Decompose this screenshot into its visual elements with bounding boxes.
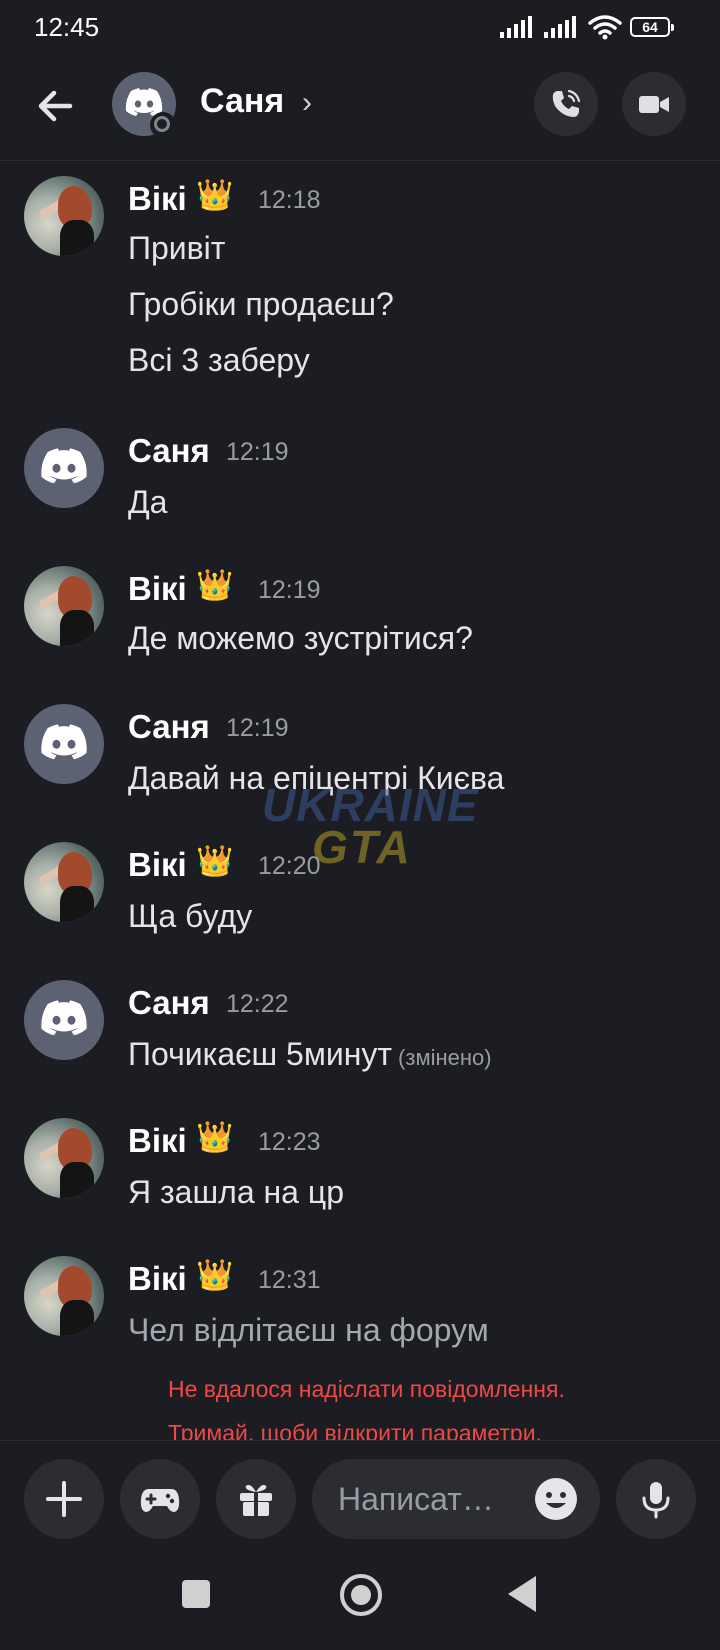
message-text[interactable]: Давай на епіцентрі Києва	[128, 760, 504, 797]
message-text[interactable]: Де можемо зустрітися?	[128, 620, 473, 657]
user-avatar[interactable]	[24, 842, 104, 922]
add-attachment-button[interactable]	[24, 1459, 104, 1539]
user-avatar[interactable]	[24, 1118, 104, 1198]
message-timestamp: 12:31	[258, 1266, 321, 1294]
message-text-content: Ща буду	[128, 898, 253, 934]
gamepad-icon	[140, 1489, 180, 1512]
emoji-icon[interactable]	[534, 1477, 578, 1521]
video-camera-icon	[639, 96, 669, 113]
message-author[interactable]: Вікі	[128, 1260, 187, 1298]
voice-message-button[interactable]	[616, 1459, 696, 1539]
message-input[interactable]: Написат…	[312, 1459, 600, 1539]
message-author[interactable]: Саня	[128, 984, 210, 1022]
crown-icon: 👑	[196, 1259, 234, 1292]
back-arrow-icon[interactable]	[30, 80, 82, 132]
activities-button[interactable]	[120, 1459, 200, 1539]
system-nav-bar	[0, 1560, 720, 1650]
message-author[interactable]: Саня	[128, 432, 210, 470]
message-text[interactable]: Я зашла на цр	[128, 1174, 344, 1211]
wifi-icon	[588, 15, 622, 40]
home-icon[interactable]	[340, 1574, 382, 1616]
message-text-content: Привіт	[128, 230, 226, 266]
message-timestamp: 12:22	[226, 990, 289, 1018]
signal-icon	[500, 16, 532, 38]
discord-icon	[41, 724, 87, 760]
message-text[interactable]: Ща буду	[128, 898, 252, 935]
message-placeholder: Написат…	[338, 1481, 494, 1517]
watermark-line2: GTA	[312, 821, 412, 873]
message-timestamp: 12:19	[226, 438, 289, 466]
message-text-content: Де можемо зустрітися?	[128, 620, 473, 656]
discord-icon	[41, 1000, 87, 1036]
send-error-clip: Тримай, щоби відкрити параметри.	[0, 1410, 720, 1440]
message-text[interactable]: Да	[128, 484, 167, 521]
message-text[interactable]: Всі 3 заберу	[128, 342, 310, 379]
message-text[interactable]: Чел відлітаєш на форум	[128, 1312, 489, 1349]
offline-status-icon	[150, 112, 176, 138]
message-author[interactable]: Вікі	[128, 180, 187, 218]
message-author[interactable]: Вікі	[128, 570, 187, 608]
gift-button[interactable]	[216, 1459, 296, 1539]
message-text[interactable]: Привіт	[128, 230, 225, 267]
crown-icon: 👑	[196, 845, 234, 878]
discord-icon	[41, 448, 87, 484]
crown-icon: 👑	[196, 179, 234, 212]
user-avatar[interactable]	[24, 980, 104, 1060]
message-timestamp: 12:18	[258, 186, 321, 214]
gift-icon	[240, 1484, 272, 1516]
system-back-icon[interactable]	[508, 1576, 536, 1612]
message-text[interactable]: Гробіки продаєш?	[128, 286, 394, 323]
microphone-icon	[642, 1482, 670, 1519]
phone-icon	[552, 89, 581, 117]
status-bar: 12:45 64	[0, 0, 720, 52]
message-timestamp: 12:20	[258, 852, 321, 880]
video-call-button[interactable]	[622, 72, 686, 136]
battery-icon: 64	[630, 17, 674, 37]
plus-icon	[46, 1481, 82, 1517]
message-text-content: Да	[128, 484, 168, 520]
signal-icon-2	[544, 16, 576, 38]
edited-label: (змінено)	[398, 1045, 492, 1070]
crown-icon: 👑	[196, 1121, 234, 1154]
user-avatar[interactable]	[24, 1256, 104, 1336]
chevron-right-icon[interactable]: ›	[302, 86, 312, 120]
message-timestamp: 12:19	[258, 576, 321, 604]
message-text-content: Почикаєш 5минут	[128, 1036, 393, 1072]
status-time: 12:45	[34, 12, 100, 42]
recent-apps-icon[interactable]	[182, 1580, 210, 1608]
message-text[interactable]: Почикаєш 5минут (змінено)	[128, 1036, 492, 1073]
user-avatar[interactable]	[24, 176, 104, 256]
send-error-text[interactable]: Не вдалося надіслати повідомлення.	[168, 1376, 565, 1403]
voice-call-button[interactable]	[534, 72, 598, 136]
message-timestamp: 12:23	[258, 1128, 321, 1156]
message-text-content: Давай на епіцентрі Києва	[128, 760, 505, 796]
message-text-content: Гробіки продаєш?	[128, 286, 394, 322]
message-author[interactable]: Вікі	[128, 846, 187, 884]
user-avatar[interactable]	[24, 566, 104, 646]
message-timestamp: 12:19	[226, 714, 289, 742]
send-error-hint[interactable]: Тримай, щоби відкрити параметри.	[168, 1420, 542, 1440]
crown-icon: 👑	[196, 569, 234, 602]
chat-header: Саня ›	[0, 52, 720, 161]
message-author[interactable]: Вікі	[128, 1122, 187, 1160]
message-author[interactable]: Саня	[128, 708, 210, 746]
user-avatar[interactable]	[24, 428, 104, 508]
message-text-content: Я зашла на цр	[128, 1174, 344, 1210]
header-title[interactable]: Саня	[200, 82, 284, 121]
message-text-content: Чел відлітаєш на форум	[128, 1312, 489, 1348]
message-text-content: Всі 3 заберу	[128, 342, 310, 378]
user-avatar[interactable]	[24, 704, 104, 784]
composer-bar: Написат…	[0, 1440, 720, 1539]
